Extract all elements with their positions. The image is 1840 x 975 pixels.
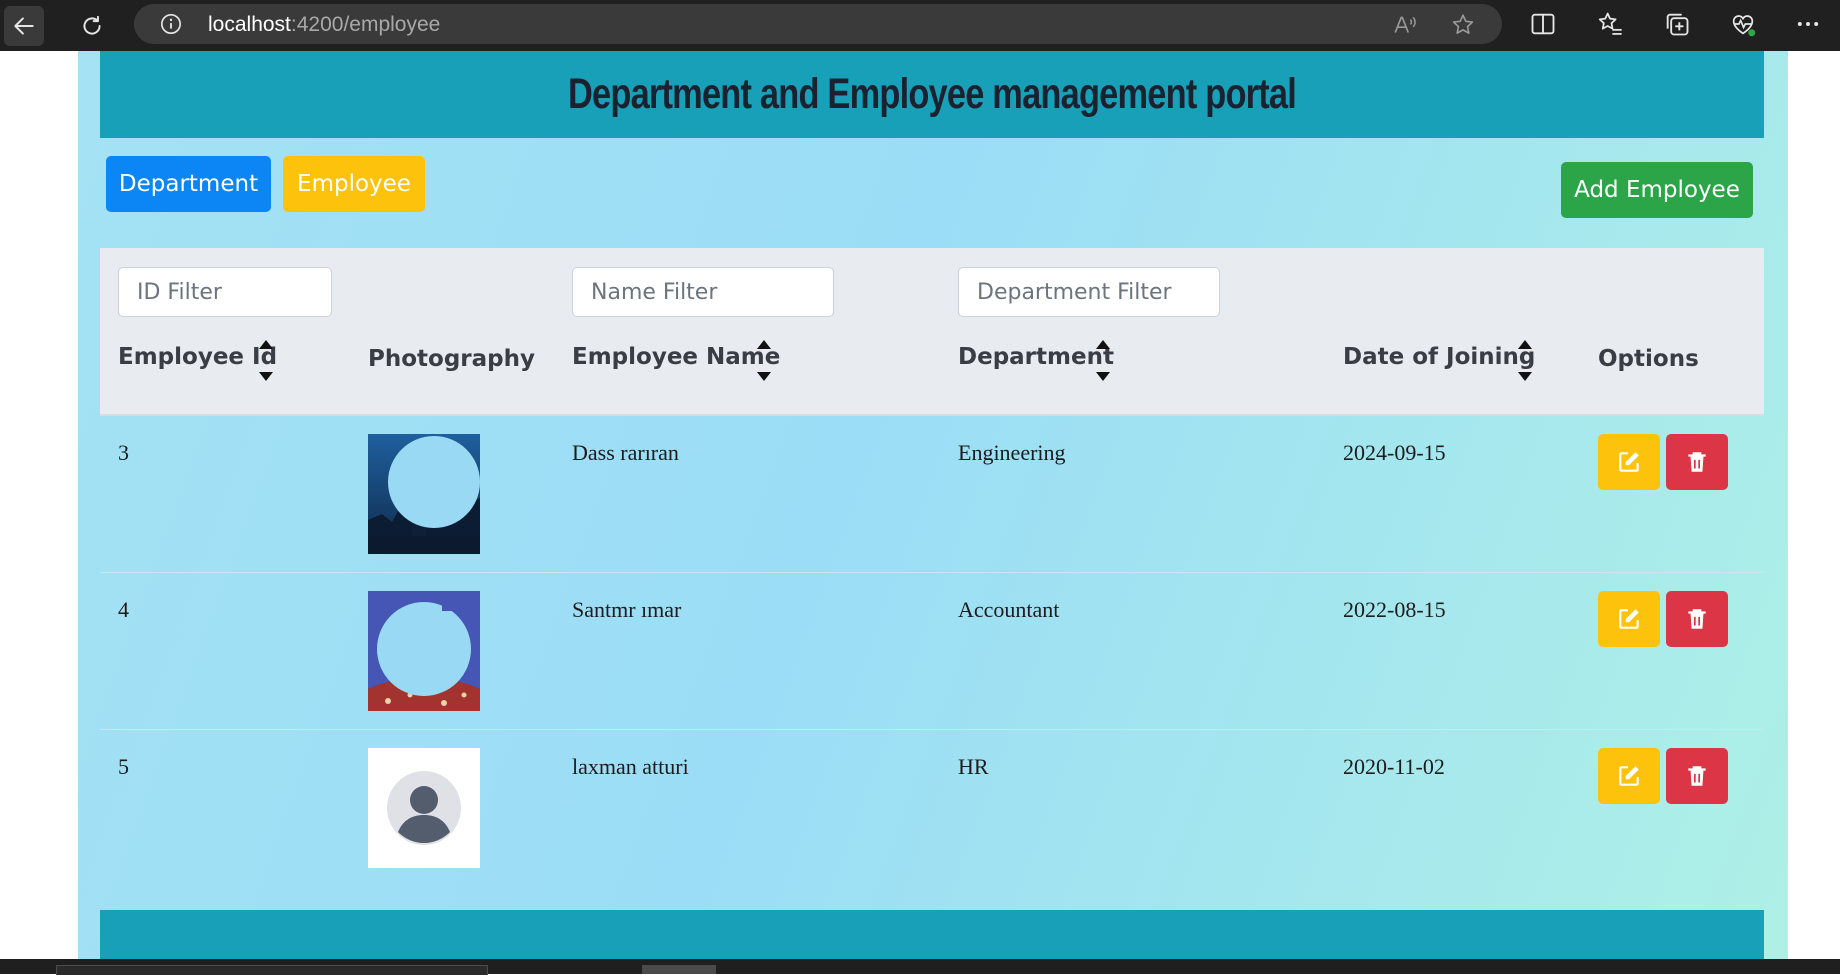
portrait-photo-image [368, 591, 480, 711]
department-cell: HR [958, 754, 989, 779]
employee-id-cell: 4 [118, 597, 129, 622]
column-header-employee-id[interactable]: Employee Id [118, 344, 277, 370]
sort-employee-name-control[interactable] [757, 336, 773, 386]
pencil-square-icon [1619, 609, 1639, 629]
row-divider [100, 572, 1764, 573]
collections-icon[interactable] [1663, 10, 1691, 38]
trash-icon [1688, 609, 1706, 629]
table-header [100, 248, 1764, 414]
delete-button[interactable] [1666, 434, 1728, 490]
address-bar[interactable]: localhost:4200/employee [134, 4, 1502, 44]
pencil-square-icon [1619, 452, 1639, 472]
site-info-icon[interactable] [160, 13, 182, 35]
sort-ascending-icon[interactable] [259, 340, 273, 349]
date-of-joining-cell: 2024-09-15 [1343, 440, 1446, 465]
edit-button[interactable] [1598, 591, 1660, 647]
read-aloud-icon[interactable] [1392, 12, 1418, 38]
sort-department-control[interactable] [1096, 336, 1112, 386]
employee-name-cell: Dass rarıran [572, 440, 679, 465]
taskbar-window-item[interactable] [642, 965, 716, 974]
employee-name-cell: laxman atturi [572, 754, 689, 779]
employee-photo [368, 591, 480, 711]
employee-nav-button[interactable]: Employee [283, 156, 425, 212]
column-header-date-of-joining[interactable]: Date of Joining [1343, 344, 1535, 370]
delete-button[interactable] [1666, 748, 1728, 804]
favorites-list-icon[interactable] [1596, 10, 1624, 38]
department-nav-button[interactable]: Department [106, 156, 271, 212]
pencil-square-icon [1619, 766, 1639, 786]
employee-photo [368, 434, 480, 554]
sort-ascending-icon[interactable] [1096, 340, 1110, 349]
table-header-divider [100, 414, 1764, 416]
os-taskbar [0, 959, 1840, 975]
url-path: :4200/employee [290, 13, 441, 36]
split-screen-icon[interactable] [1529, 10, 1557, 38]
back-button[interactable] [4, 6, 44, 46]
employee-id-cell: 5 [118, 754, 129, 779]
refresh-icon [83, 15, 101, 35]
column-header-department[interactable]: Department [958, 344, 1114, 370]
star-icon[interactable] [1450, 12, 1476, 38]
sort-ascending-icon[interactable] [757, 340, 771, 349]
edit-button[interactable] [1598, 748, 1660, 804]
sort-descending-icon[interactable] [259, 372, 273, 381]
app-header: Department and Employee management porta… [100, 51, 1764, 138]
sort-employee-id-control[interactable] [259, 336, 275, 386]
more-options-icon[interactable] [1794, 10, 1822, 38]
sort-descending-icon[interactable] [1096, 372, 1110, 381]
url-host: localhost [208, 13, 291, 36]
delete-button[interactable] [1666, 591, 1728, 647]
trash-icon [1688, 766, 1706, 786]
employee-name-cell: Santmr ımar [572, 597, 682, 622]
department-filter-input[interactable] [958, 267, 1220, 317]
back-arrow-icon [14, 17, 34, 35]
id-filter-input[interactable] [118, 267, 332, 317]
sort-ascending-icon[interactable] [1518, 340, 1532, 349]
date-of-joining-cell: 2020-11-02 [1343, 754, 1445, 779]
add-employee-button[interactable]: Add Employee [1561, 162, 1753, 218]
default-avatar-image [368, 748, 480, 868]
night-scene-photo-image [368, 434, 480, 554]
employee-id-cell: 3 [118, 440, 129, 465]
row-divider [100, 729, 1764, 730]
browser-toolbar: localhost:4200/employee [0, 0, 1840, 51]
employee-photo [368, 748, 480, 868]
column-header-photography: Photography [368, 346, 535, 372]
column-header-employee-name[interactable]: Employee Name [572, 344, 780, 370]
sort-descending-icon[interactable] [757, 372, 771, 381]
app-footer [100, 910, 1764, 960]
browser-essentials-icon[interactable] [1729, 10, 1757, 38]
column-header-options: Options [1598, 346, 1699, 372]
department-cell: Accountant [958, 597, 1060, 622]
department-cell: Engineering [958, 440, 1066, 465]
trash-icon [1688, 452, 1706, 472]
sort-descending-icon[interactable] [1518, 372, 1532, 381]
name-filter-input[interactable] [572, 267, 834, 317]
refresh-button[interactable] [72, 6, 112, 46]
date-of-joining-cell: 2022-08-15 [1343, 597, 1446, 622]
sort-date-of-joining-control[interactable] [1518, 336, 1534, 386]
page-title: Department and Employee management porta… [568, 70, 1297, 118]
url-text[interactable]: localhost:4200/employee [208, 13, 440, 37]
edit-button[interactable] [1598, 434, 1660, 490]
